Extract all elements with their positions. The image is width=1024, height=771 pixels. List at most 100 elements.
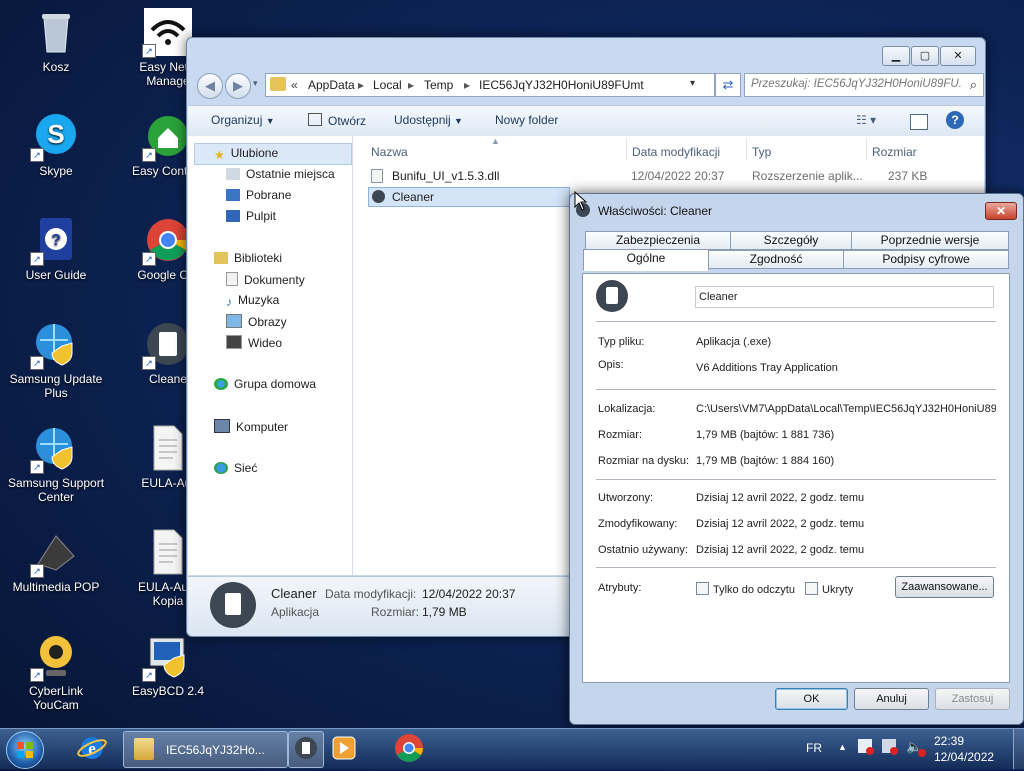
address-dropdown-icon[interactable]: ▾: [690, 78, 695, 89]
nav-pictures[interactable]: Obrazy: [226, 314, 287, 329]
back-button[interactable]: ◀: [197, 73, 223, 99]
table-row-selected[interactable]: Cleaner: [368, 187, 570, 207]
desktop-icon-easybcd[interactable]: ↗ EasyBCD 2.4: [118, 632, 218, 698]
forward-button[interactable]: ▶: [225, 73, 251, 99]
media-player-icon: [332, 736, 356, 760]
taskbar-chrome[interactable]: [383, 731, 435, 766]
advanced-button[interactable]: Zaawansowane...: [895, 576, 994, 598]
tab-general[interactable]: Ogólne: [583, 249, 709, 271]
desktop-icon-youcam[interactable]: ↗ CyberLink YouCam: [6, 632, 106, 712]
nav-favorites[interactable]: ★ Ulubione: [214, 146, 278, 162]
window-close-button[interactable]: ✕: [940, 46, 976, 66]
shortcut-arrow-icon: ↗: [30, 668, 44, 682]
view-options-icon[interactable]: ☷ ▾: [856, 113, 876, 127]
desktop-icon-samsung-update[interactable]: ↗ Samsung Update Plus: [6, 320, 106, 400]
cleaner-app-icon: [295, 737, 317, 759]
show-hidden-icons-icon[interactable]: ▲: [838, 742, 847, 752]
show-desktop-button[interactable]: [1013, 729, 1024, 769]
maximize-button[interactable]: ▢: [911, 46, 939, 66]
language-indicator[interactable]: FR: [806, 741, 822, 755]
breadcrumb-current-folder[interactable]: IEC56JqYJ32H0HoniU89FUmt: [479, 78, 644, 92]
shortcut-arrow-icon: ↗: [30, 460, 44, 474]
table-row[interactable]: Bunifu_UI_v1.5.3.dll 12/04/2022 20:37 Ro…: [368, 167, 948, 185]
cancel-button[interactable]: Anuluj: [854, 688, 929, 710]
nav-computer[interactable]: Komputer: [214, 419, 288, 434]
column-header-type[interactable]: Typ: [752, 145, 771, 159]
share-menu[interactable]: Udostępnij ▼: [394, 113, 463, 127]
easybcd-icon: ↗: [142, 632, 192, 682]
address-bar[interactable]: « AppData ▸ Local ▸ Temp ▸ IEC56JqYJ32H0…: [265, 73, 715, 97]
nav-recent-places[interactable]: Ostatnie miejsca: [226, 167, 335, 181]
desktop-icon-skype[interactable]: S ↗ Skype: [6, 112, 106, 178]
house-share-icon: ↗: [142, 112, 192, 162]
computer-icon: [214, 419, 230, 433]
ok-button[interactable]: OK: [775, 688, 848, 710]
shortcut-arrow-icon: ↗: [142, 148, 156, 162]
pictures-icon: [226, 314, 242, 328]
breadcrumb-separator-icon: ▸: [358, 78, 365, 92]
search-icon: ⌕: [969, 77, 977, 92]
details-size-value: 1,79 MB: [422, 605, 467, 619]
new-folder-button[interactable]: Nowy folder: [495, 113, 558, 127]
search-input[interactable]: Przeszukaj: IEC56JqYJ32H0HoniU89FU...: [751, 78, 961, 90]
nav-libraries[interactable]: Biblioteki: [214, 251, 282, 265]
desktop-icon-samsung-support[interactable]: ↗ Samsung Support Center: [6, 424, 106, 504]
column-header-size[interactable]: Rozmiar: [872, 145, 917, 159]
size-value: 1,79 MB (bajtów: 1 881 736): [696, 429, 835, 441]
tab-compatibility[interactable]: Zgodność: [708, 250, 844, 269]
organize-menu[interactable]: Organizuj ▼: [211, 113, 275, 127]
column-header-name[interactable]: Nazwa: [371, 145, 408, 159]
network-status-icon[interactable]: [882, 739, 898, 755]
start-button[interactable]: [6, 731, 44, 769]
tab-details[interactable]: Szczegóły: [730, 231, 852, 250]
desktop-icon-multimedia-pop[interactable]: ↗ Multimedia POP: [6, 528, 106, 594]
nav-network[interactable]: Sieć: [214, 461, 257, 475]
clock-date[interactable]: 12/04/2022: [934, 750, 994, 764]
command-bar: Organizuj ▼ Otwórz Udostępnij ▼ Nowy fol…: [188, 105, 984, 137]
readonly-checkbox[interactable]: Tylko do odczytu: [696, 582, 795, 596]
help-icon[interactable]: ?: [946, 111, 964, 129]
nav-videos[interactable]: Wideo: [226, 335, 282, 350]
breadcrumb-local[interactable]: Local: [373, 78, 402, 92]
refresh-button[interactable]: ⇄: [715, 73, 741, 97]
breadcrumb-appdata[interactable]: AppData: [308, 78, 355, 92]
desktop-icon-recycle-bin[interactable]: Kosz: [6, 8, 106, 74]
breadcrumb-overflow[interactable]: «: [291, 78, 298, 92]
hidden-checkbox[interactable]: Ukryty: [805, 582, 853, 596]
apply-button[interactable]: Zastosuj: [935, 688, 1010, 710]
nav-documents[interactable]: Dokumenty: [226, 272, 305, 287]
nav-downloads[interactable]: Pobrane: [226, 188, 291, 202]
nav-desktop[interactable]: Pulpit: [226, 209, 276, 223]
description-value: V6 Additions Tray Application: [696, 362, 838, 374]
nav-music[interactable]: ♪ Muzyka: [226, 293, 279, 309]
minimize-button[interactable]: ▁: [882, 46, 910, 66]
music-note-icon: ♪: [226, 295, 232, 309]
taskbar-internet-explorer[interactable]: e: [66, 731, 118, 766]
downloads-folder-icon: [226, 189, 240, 201]
taskbar-explorer-window[interactable]: IEC56JqYJ32Ho...: [123, 731, 288, 768]
recent-pages-chevron-icon[interactable]: ▾: [253, 78, 258, 89]
film-icon: [226, 335, 242, 349]
column-divider: [746, 138, 747, 160]
search-box[interactable]: Przeszukaj: IEC56JqYJ32H0HoniU89FU... ⌕: [744, 73, 984, 97]
file-name-field[interactable]: Cleaner: [695, 286, 994, 308]
open-button[interactable]: Otwórz: [308, 113, 366, 128]
taskbar-media-player[interactable]: [318, 731, 370, 766]
tab-digital-signatures[interactable]: Podpisy cyfrowe: [843, 250, 1009, 269]
nav-homegroup[interactable]: Grupa domowa: [214, 377, 316, 391]
breadcrumb-temp[interactable]: Temp: [424, 78, 453, 92]
clock-time[interactable]: 22:39: [928, 734, 970, 748]
tab-security[interactable]: Zabezpieczenia: [585, 231, 731, 250]
desktop-icon-user-guide[interactable]: ? ↗ User Guide: [6, 216, 106, 282]
dialog-close-button[interactable]: ✕: [985, 202, 1017, 220]
tab-previous-versions[interactable]: Poprzednie wersje: [851, 231, 1009, 250]
location-label: Lokalizacja:: [598, 403, 656, 415]
cleaner-app-icon: [210, 582, 256, 628]
star-icon: ★: [214, 148, 225, 162]
volume-muted-icon[interactable]: 🔈: [906, 739, 927, 757]
action-center-flag-icon[interactable]: [858, 739, 874, 755]
column-header-date[interactable]: Data modyfikacji: [632, 145, 720, 159]
preview-pane-icon[interactable]: [910, 114, 928, 130]
shortcut-arrow-icon: ↗: [142, 668, 156, 682]
taskbar: e IEC56JqYJ32Ho... FR ▲ 🔈 22:39 12/04/20…: [0, 728, 1024, 769]
